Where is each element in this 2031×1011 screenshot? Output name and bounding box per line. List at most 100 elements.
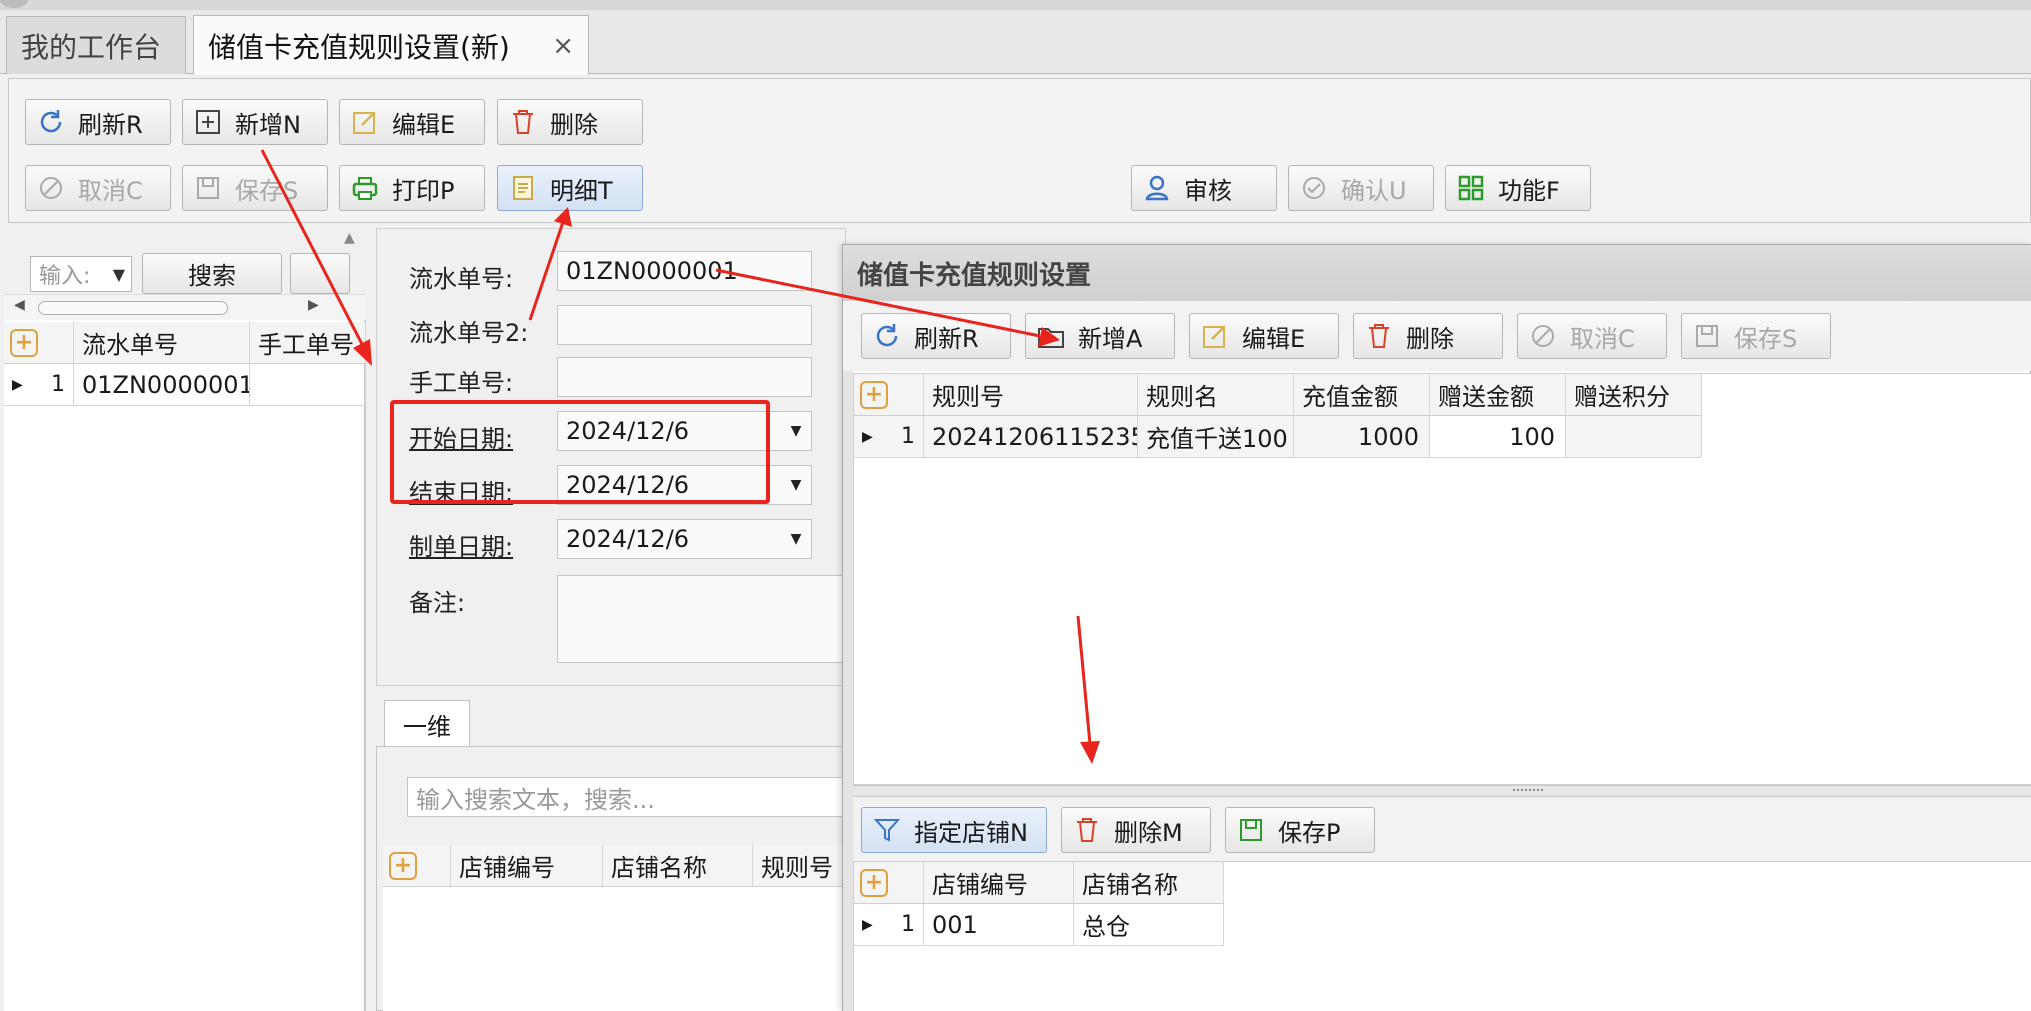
tab-label: 储值卡充值规则设置(新) [208, 30, 510, 64]
recharge-amount-cell[interactable]: 1000 [1294, 416, 1430, 457]
serial2-field[interactable] [557, 305, 812, 345]
serial2-label: 流水单号2: [409, 319, 529, 347]
refresh-button[interactable]: 刷新R [25, 99, 171, 145]
store-save-label: 保存P [1278, 818, 1341, 847]
split-handle[interactable] [853, 785, 2031, 797]
dialog-cancel-button[interactable]: 取消C [1517, 313, 1667, 359]
add-column-icon[interactable]: + [854, 374, 924, 415]
dialog-cancel-label: 取消C [1570, 324, 1635, 353]
bonus-amount-cell[interactable]: 100 [1430, 416, 1566, 457]
delete-button[interactable]: 删除 [497, 99, 643, 145]
note-field[interactable] [557, 575, 847, 663]
function-label: 功能F [1498, 176, 1560, 205]
column-header[interactable]: 充值金额 [1294, 374, 1430, 415]
search-options-button[interactable] [290, 253, 350, 294]
confirm-button[interactable]: 确认U [1288, 165, 1434, 211]
rule-name-cell[interactable]: 充值千送100 [1138, 416, 1294, 457]
rule-no-cell[interactable]: 20241206115235 [924, 416, 1138, 457]
chevron-down-icon[interactable]: ▼ [781, 466, 811, 504]
scrollbar-thumb[interactable] [38, 301, 228, 315]
cancel-button[interactable]: 取消C [25, 165, 171, 211]
chevron-down-icon[interactable]: ▼ [781, 520, 811, 558]
print-label: 打印P [392, 176, 455, 205]
scroll-right-icon[interactable]: ▶ [308, 297, 319, 313]
chevron-down-icon[interactable]: ▼ [781, 412, 811, 450]
column-header[interactable]: 店铺编号 [924, 862, 1074, 903]
created-date-label[interactable]: 制单日期: [409, 527, 513, 562]
column-header[interactable]: 规则名 [1138, 374, 1294, 415]
column-header[interactable]: 赠送积分 [1566, 374, 1702, 415]
manual-cell[interactable] [250, 364, 366, 405]
save-icon [191, 171, 225, 205]
table-row[interactable]: ▶ 1 20241206115235 充值千送100 1000 100 [854, 416, 1702, 458]
horizontal-scrollbar[interactable]: ◀ ▶ [4, 294, 366, 320]
column-header[interactable]: 手工单号 [250, 322, 366, 363]
dialog-edit-button[interactable]: 编辑E [1189, 313, 1339, 359]
serial-value: 01ZN0000001 [566, 257, 738, 285]
add-column-icon[interactable]: + [383, 845, 451, 886]
save-icon [1234, 813, 1268, 847]
sub-tab-strip: 一维 [376, 700, 846, 748]
search-field-combo[interactable]: 输入: ▼ [30, 256, 132, 292]
column-header[interactable]: 店铺名称 [603, 845, 753, 886]
dialog-delete-button[interactable]: 删除 [1353, 313, 1503, 359]
cancel-label: 取消C [78, 176, 143, 205]
detail-label: 明细T [550, 176, 613, 205]
tab-recharge-rules[interactable]: 储值卡充值规则设置(新) × [193, 15, 589, 75]
column-header[interactable]: 赠送金额 [1430, 374, 1566, 415]
serial-label: 流水单号: [409, 265, 514, 293]
store-save-button[interactable]: 保存P [1225, 807, 1375, 853]
column-header[interactable]: 流水单号 [74, 322, 250, 363]
filter-icon [870, 813, 904, 847]
print-button[interactable]: 打印P [339, 165, 485, 211]
detail-button[interactable]: 明细T [497, 165, 643, 211]
save-icon [1690, 319, 1724, 353]
store-name-cell[interactable]: 总仓 [1074, 904, 1224, 945]
check-circle-icon [1297, 171, 1331, 205]
dialog-refresh-button[interactable]: 刷新R [861, 313, 1011, 359]
add-column-icon[interactable]: + [854, 862, 924, 903]
table-row[interactable]: ▶ 1 01ZN0000001 [4, 364, 366, 406]
edit-icon [348, 105, 382, 139]
chevron-down-icon[interactable]: ▼ [113, 265, 125, 284]
created-date-field[interactable]: 2024/12/6 ▼ [557, 519, 812, 559]
column-header[interactable]: 店铺名称 [1074, 862, 1224, 903]
store-delete-button[interactable]: 删除M [1061, 807, 1211, 853]
list-search-row: 输入: ▼ 搜索 ▲ [4, 226, 366, 294]
tab-bar: 我的工作台 储值卡充值规则设置(新) × [0, 10, 2031, 75]
audit-button[interactable]: 审核 [1131, 165, 1277, 211]
scroll-left-icon[interactable]: ◀ [14, 297, 25, 313]
confirm-label: 确认U [1341, 176, 1407, 205]
dialog-add-button[interactable]: 新增A [1025, 313, 1175, 359]
close-icon[interactable]: × [552, 31, 574, 61]
created-date-value: 2024/12/6 [566, 525, 690, 553]
list-header: + 流水单号 手工单号 [4, 322, 366, 364]
manual-label: 手工单号: [409, 369, 514, 397]
bonus-points-cell[interactable] [1566, 416, 1702, 457]
table-row[interactable]: ▶ 1 001 总仓 [854, 904, 1224, 946]
assign-store-label: 指定店铺N [914, 818, 1028, 847]
add-button[interactable]: 新增N [182, 99, 328, 145]
manual-field[interactable] [557, 357, 812, 397]
tab-one-dimension[interactable]: 一维 [384, 700, 470, 748]
serial-cell[interactable]: 01ZN0000001 [74, 364, 250, 405]
function-button[interactable]: 功能F [1445, 165, 1591, 211]
column-header[interactable]: 店铺编号 [451, 845, 603, 886]
record-list-panel: 输入: ▼ 搜索 ▲ ◀ ▶ + 流水单号 手工单号 ▶ 1 01ZN000000… [4, 226, 366, 1011]
store-grid-header: + 店铺编号 店铺名称 规则号 [383, 845, 847, 887]
column-header[interactable]: 规则号 [753, 845, 847, 886]
add-column-icon[interactable]: + [4, 322, 74, 363]
store-no-cell[interactable]: 001 [924, 904, 1074, 945]
stores-grid: + 店铺编号 店铺名称 ▶ 1 001 总仓 [853, 861, 2031, 1011]
scroll-up-icon[interactable]: ▲ [344, 230, 355, 246]
serial-field[interactable]: 01ZN0000001 [557, 251, 812, 291]
edit-button[interactable]: 编辑E [339, 99, 485, 145]
tab-workbench[interactable]: 我的工作台 [6, 16, 186, 74]
column-header[interactable]: 规则号 [924, 374, 1138, 415]
dialog-save-label: 保存S [1734, 324, 1798, 353]
assign-store-button[interactable]: 指定店铺N [861, 807, 1047, 853]
save-button[interactable]: 保存S [182, 165, 328, 211]
store-search-input[interactable]: 输入搜索文本，搜索... [407, 777, 847, 817]
dialog-save-button[interactable]: 保存S [1681, 313, 1831, 359]
search-button[interactable]: 搜索 [142, 253, 282, 294]
